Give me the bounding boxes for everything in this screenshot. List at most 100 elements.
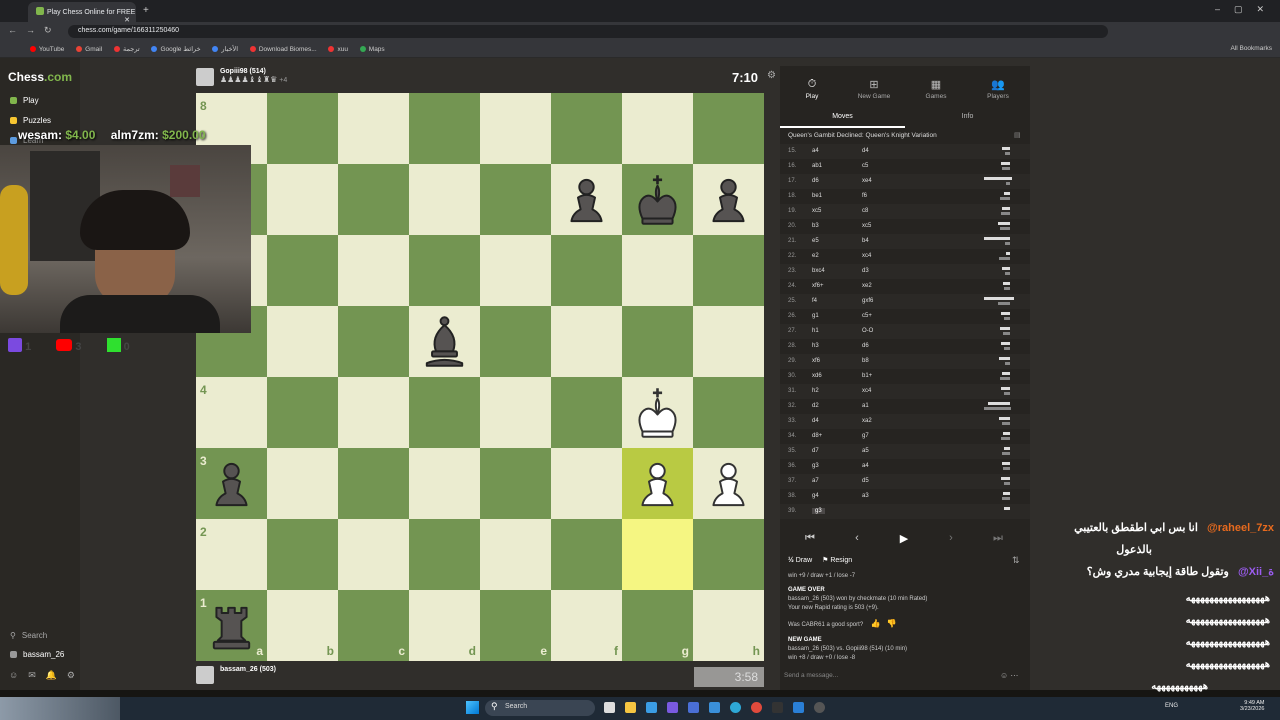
- bookmark-translate[interactable]: ترجمة: [113, 40, 140, 53]
- black-move[interactable]: gxf6: [862, 298, 873, 304]
- flip-board-icon[interactable]: ⇅: [1012, 555, 1020, 566]
- all-bookmarks[interactable]: All Bookmarks: [1230, 40, 1272, 52]
- square-g7[interactable]: [622, 164, 693, 235]
- white-pawn-icon[interactable]: [628, 454, 687, 513]
- taskbar-search[interactable]: Search: [485, 700, 595, 716]
- app-icon-2[interactable]: [709, 702, 720, 713]
- black-move[interactable]: xa2: [862, 418, 872, 424]
- square-d8[interactable]: [409, 93, 480, 164]
- black-move[interactable]: a5: [862, 448, 869, 454]
- square-c3[interactable]: [338, 448, 409, 519]
- white-move[interactable]: d4: [812, 418, 819, 424]
- black-move[interactable]: xc4: [862, 253, 871, 259]
- draw-button[interactable]: ½ Draw: [788, 557, 812, 564]
- first-move-button[interactable]: ⏮: [790, 528, 830, 550]
- square-b2[interactable]: [267, 519, 338, 590]
- square-g1[interactable]: g: [622, 590, 693, 661]
- black-move[interactable]: d3: [862, 268, 869, 274]
- square-g6[interactable]: [622, 235, 693, 306]
- chess-board[interactable]: 87654321abcdefgh: [196, 93, 764, 661]
- window-controls[interactable]: –▢✕: [1215, 4, 1278, 15]
- square-c2[interactable]: [338, 519, 409, 590]
- square-c6[interactable]: [338, 235, 409, 306]
- square-d4[interactable]: [409, 377, 480, 448]
- square-d7[interactable]: [409, 164, 480, 235]
- white-move[interactable]: b3: [812, 223, 819, 229]
- forward-icon[interactable]: →: [26, 25, 35, 35]
- weather-widget[interactable]: [0, 697, 120, 720]
- edge-icon[interactable]: [730, 702, 741, 713]
- square-g5[interactable]: [622, 306, 693, 377]
- white-move[interactable]: xd6: [812, 373, 822, 379]
- black-move[interactable]: c5: [862, 163, 868, 169]
- black-move[interactable]: f6: [862, 193, 867, 199]
- sidebar-footer-icons[interactable]: ☺✉🔔⚙: [9, 670, 85, 681]
- settings-gear-icon[interactable]: ⚙: [767, 70, 776, 81]
- square-a4[interactable]: 4: [196, 377, 267, 448]
- black-move[interactable]: b4: [862, 238, 869, 244]
- white-move[interactable]: d7: [812, 448, 819, 454]
- square-e6[interactable]: [480, 235, 551, 306]
- black-pawn-icon[interactable]: [202, 454, 261, 513]
- square-h7[interactable]: [693, 164, 764, 235]
- tab-games[interactable]: ▦ Games: [911, 78, 961, 100]
- square-f6[interactable]: [551, 235, 622, 306]
- black-move[interactable]: d5: [862, 478, 869, 484]
- white-move[interactable]: g1: [812, 313, 819, 319]
- teams-icon[interactable]: [667, 702, 678, 713]
- chat-input[interactable]: Send a message...: [784, 672, 838, 679]
- black-move[interactable]: d4: [862, 148, 869, 154]
- square-f3[interactable]: [551, 448, 622, 519]
- white-move[interactable]: xf6: [812, 358, 820, 364]
- sidebar-user[interactable]: bassam_26: [10, 650, 64, 659]
- tab-players[interactable]: 👥 Players: [973, 78, 1023, 100]
- square-f7[interactable]: [551, 164, 622, 235]
- bookmark-news[interactable]: الأخبار: [212, 40, 238, 53]
- black-move[interactable]: a1: [862, 403, 869, 409]
- prev-move-button[interactable]: ‹: [837, 528, 877, 550]
- square-f5[interactable]: [551, 306, 622, 377]
- tab-play[interactable]: ⏱ Play: [787, 78, 837, 100]
- windows-start-icon[interactable]: [466, 701, 479, 714]
- tab-new-game[interactable]: ⊞ New Game: [849, 78, 899, 100]
- subtab-moves[interactable]: Moves: [780, 108, 905, 128]
- book-icon[interactable]: ▤: [1014, 131, 1021, 139]
- white-move[interactable]: ab1: [812, 163, 822, 169]
- white-move[interactable]: e5: [812, 238, 819, 244]
- square-h4[interactable]: [693, 377, 764, 448]
- browser-tab[interactable]: Play Chess Online for FREE ✕: [28, 2, 136, 22]
- square-e5[interactable]: [480, 306, 551, 377]
- black-bishop-icon[interactable]: [415, 312, 474, 371]
- reload-icon[interactable]: ↻: [44, 25, 52, 36]
- square-g3[interactable]: [622, 448, 693, 519]
- white-move[interactable]: bxc4: [812, 268, 825, 274]
- black-move[interactable]: c5+: [862, 313, 872, 319]
- square-d3[interactable]: [409, 448, 480, 519]
- black-move[interactable]: d6: [862, 343, 869, 349]
- bookmark-youtube[interactable]: YouTube: [29, 41, 64, 53]
- square-d1[interactable]: d: [409, 590, 480, 661]
- avatar[interactable]: [196, 666, 214, 684]
- url-input[interactable]: chess.com/game/166311250460: [68, 25, 1108, 38]
- square-e1[interactable]: e: [480, 590, 551, 661]
- subtab-info[interactable]: Info: [905, 108, 1030, 128]
- white-king-icon[interactable]: [628, 383, 687, 442]
- language-indicator[interactable]: ENG: [1165, 703, 1178, 709]
- square-g8[interactable]: [622, 93, 693, 164]
- bookmark-maps[interactable]: Google خرائط: [151, 40, 201, 53]
- square-h5[interactable]: [693, 306, 764, 377]
- black-pawn-icon[interactable]: [699, 170, 758, 229]
- square-e4[interactable]: [480, 377, 551, 448]
- black-move[interactable]: b8: [862, 358, 869, 364]
- next-move-button[interactable]: ›: [931, 528, 971, 550]
- white-move[interactable]: g3: [812, 508, 825, 514]
- white-move[interactable]: xc5: [812, 208, 821, 214]
- square-c8[interactable]: [338, 93, 409, 164]
- play-button[interactable]: ▶: [884, 528, 924, 550]
- square-c1[interactable]: c: [338, 590, 409, 661]
- black-move[interactable]: c8: [862, 208, 868, 214]
- black-rook-icon[interactable]: [202, 596, 261, 655]
- sidebar-item-puzzles[interactable]: Puzzles: [10, 116, 51, 125]
- last-move-button[interactable]: ⏭: [978, 528, 1018, 550]
- bottom-player-name[interactable]: bassam_26 (503): [220, 666, 276, 673]
